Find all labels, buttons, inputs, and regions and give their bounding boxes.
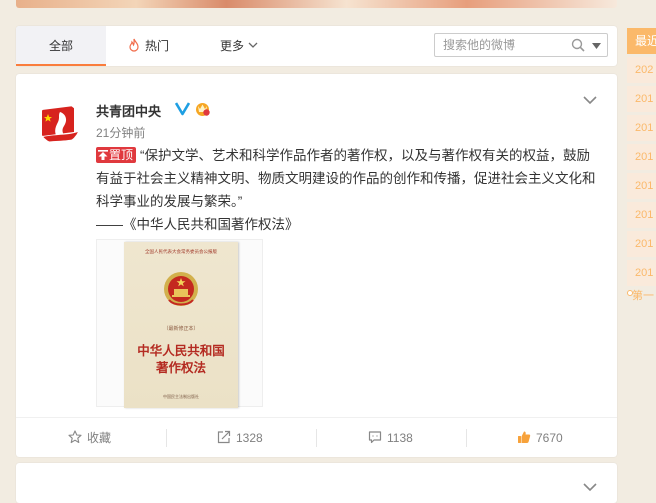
vip-member-crown-icon[interactable] — [194, 100, 211, 117]
tab-more[interactable]: 更多 — [220, 26, 258, 66]
post-menu-chevron-icon[interactable] — [583, 96, 597, 105]
star-icon — [68, 430, 82, 444]
year-nav-item[interactable]: 201 — [627, 173, 656, 199]
search-options-caret-icon[interactable] — [592, 43, 601, 49]
tab-more-label: 更多 — [220, 39, 245, 53]
share-count: 1328 — [236, 431, 263, 445]
national-emblem-icon — [164, 272, 198, 306]
share-button[interactable]: 1328 — [217, 418, 263, 458]
comment-button[interactable]: 1138 — [368, 418, 413, 458]
post-action-bar: 收藏 1328 1138 7670 — [16, 417, 617, 458]
year-nav-item[interactable]: 201 — [627, 115, 656, 141]
post-timestamp[interactable]: 21分钟前 — [96, 124, 145, 141]
next-post-card — [16, 463, 617, 503]
search-box — [434, 33, 608, 57]
favorite-label: 收藏 — [87, 431, 112, 445]
action-divider — [316, 429, 317, 447]
year-nav-item[interactable]: 201 — [627, 202, 656, 228]
year-nav-header: 最近 — [627, 28, 656, 54]
post-card: 共青团中央 21分钟前 置顶 “保护文学、艺术和科学作品作者的著作权，以及与著作权… — [16, 74, 617, 457]
pinned-label: 置顶 — [109, 148, 134, 162]
pin-icon — [98, 150, 108, 160]
tab-hot-label: 热门 — [145, 39, 170, 53]
year-nav-item[interactable]: 201 — [627, 260, 656, 286]
pinned-badge: 置顶 — [96, 147, 137, 163]
book-title-line1: 中华人民共和国 — [137, 343, 225, 358]
year-nav-item[interactable]: 202 — [627, 57, 656, 83]
cyl-logo-icon — [38, 102, 80, 144]
book-cover-subtitle: （最新修正本） — [163, 326, 199, 332]
feed-tab-bar: 全部 热门 更多 — [16, 26, 617, 66]
tab-all-label: 全部 — [48, 39, 73, 53]
year-nav-item[interactable]: 201 — [627, 144, 656, 170]
search-icon[interactable] — [571, 38, 585, 52]
book-title-line2: 著作权法 — [155, 360, 206, 375]
tab-all[interactable]: 全部 — [16, 26, 106, 66]
post-quote-text: “保护文学、艺术和科学作品作者的著作权，以及与著作权有关的权益，鼓励有益于社会主… — [96, 148, 596, 209]
year-nav-item[interactable]: 201 — [627, 86, 656, 112]
favorite-button[interactable]: 收藏 — [68, 418, 111, 458]
post-menu-chevron-icon[interactable] — [583, 483, 597, 492]
comment-count: 1138 — [387, 431, 413, 445]
post-content: 置顶 “保护文学、艺术和科学作品作者的著作权，以及与著作权有关的权益，鼓励有益于社… — [96, 144, 596, 236]
profile-banner-strip — [16, 0, 617, 8]
book-cover-publisher: 中国民主法制出版社 — [163, 394, 199, 399]
avatar[interactable] — [38, 102, 80, 144]
like-count: 7670 — [536, 431, 563, 445]
comment-icon — [368, 431, 382, 444]
post-image-thumbnail[interactable]: 全国人民代表大会常务委员会公报版 （最新修正本） 中华人民共和国 著作权法 中国… — [96, 239, 263, 408]
post-author-name[interactable]: 共青团中央 — [96, 101, 161, 120]
year-nav-first-post[interactable]: 第一 — [632, 287, 654, 303]
thumbs-up-icon — [518, 431, 531, 443]
book-cover-title: 中华人民共和国 著作权法 — [124, 342, 238, 376]
share-icon — [217, 430, 231, 444]
fire-icon — [129, 38, 139, 52]
year-nav-item[interactable]: 201 — [627, 231, 656, 257]
tab-hot[interactable]: 热门 — [128, 26, 169, 66]
verified-badge-icon — [175, 102, 190, 116]
year-navigation: 最近 202 201 201 201 201 201 201 201 第一 — [627, 28, 656, 302]
book-cover-top-line: 全国人民代表大会常务委员会公报版 — [145, 250, 217, 255]
post-quote-source: ——《中华人民共和国著作权法》 — [96, 217, 299, 232]
action-divider — [466, 429, 467, 447]
search-input[interactable] — [435, 34, 581, 56]
action-divider — [166, 429, 167, 447]
book-cover: 全国人民代表大会常务委员会公报版 （最新修正本） 中华人民共和国 著作权法 中国… — [124, 242, 238, 408]
like-button[interactable]: 7670 — [517, 418, 563, 458]
chevron-down-icon — [248, 42, 258, 48]
